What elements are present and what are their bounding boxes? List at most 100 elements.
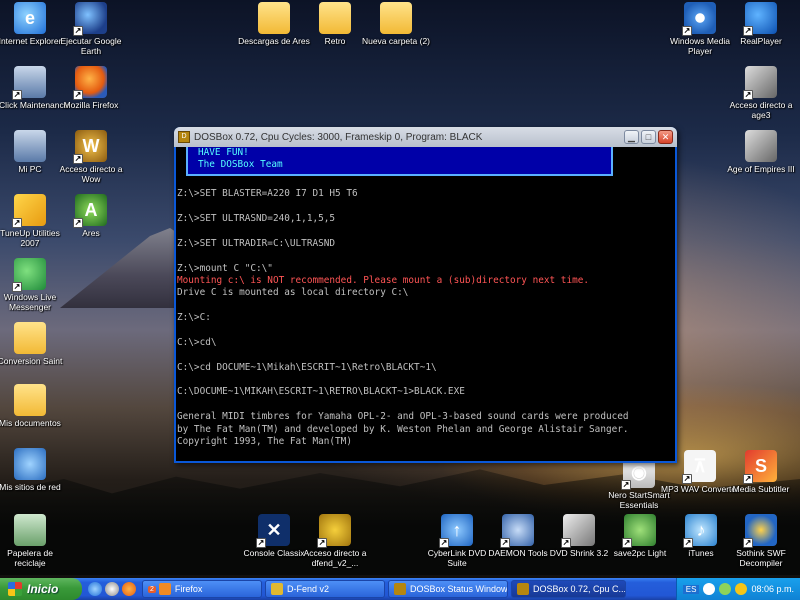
- dosbox-title-bar[interactable]: D DOSBox 0.72, Cpu Cycles: 3000, Framesk…: [174, 127, 677, 147]
- desktop-icon-firefox[interactable]: ↗ Mozilla Firefox: [52, 66, 130, 110]
- console-output: Z:\>SET BLASTER=A220 I7 D1 H5 T6 Z:\>SET …: [177, 176, 675, 449]
- realplayer-icon: ↗: [743, 2, 777, 36]
- dfend-icon: ↗: [317, 514, 351, 548]
- ie-quicklaunch-icon[interactable]: [88, 582, 102, 596]
- tuneup-icon: ↗: [12, 194, 46, 228]
- network-tray-icon[interactable]: [719, 583, 732, 595]
- task-app-icon: [517, 583, 529, 595]
- desktop-icon-wow[interactable]: W ↗ Acceso directo a Wow: [52, 130, 130, 184]
- taskbar-button[interactable]: 2 Firefox: [142, 580, 262, 598]
- task-group-count: 2: [148, 585, 156, 593]
- internet-explorer-icon: e: [14, 2, 46, 34]
- daemon-tools-icon: ↗: [500, 514, 534, 548]
- desktop-icon-age-of-empires[interactable]: Age of Empires III: [722, 130, 800, 174]
- console-line: Z:\>SET ULTRADIR=C:\ULTRASND: [177, 237, 336, 249]
- dosbox-window[interactable]: D DOSBox 0.72, Cpu Cycles: 3000, Framesk…: [174, 127, 677, 463]
- taskbar: Inicio 2 Firefox D-Fend v2 DOSBox Status Wi…: [0, 578, 800, 600]
- firefox-icon: ↗: [73, 66, 107, 100]
- folder-icon: [258, 2, 290, 34]
- messenger-icon: ↗: [12, 258, 46, 292]
- subtitler-icon: S ↗: [743, 450, 777, 484]
- console-line: Copyright 1993, The Fat Man(TM): [177, 435, 352, 447]
- console-line: General MIDI timbres for Yamaha OPL-2- a…: [177, 411, 629, 423]
- task-app-icon: [271, 583, 283, 595]
- computer-icon: [14, 130, 46, 162]
- console-line: Z:\>mount C "C:\": [177, 262, 273, 274]
- start-button[interactable]: Inicio: [0, 578, 82, 600]
- aoe-icon: [745, 130, 777, 162]
- task-label: Firefox: [174, 584, 203, 594]
- mp3-converter-icon: ⊼ ↗: [682, 450, 716, 484]
- desktop-icon-google-earth[interactable]: ↗ Ejecutar Google Earth: [52, 2, 130, 56]
- desktop-icon-mis-sitios-de-red[interactable]: Mis sitios de red: [0, 448, 69, 492]
- console-line: Mounting c:\ is NOT recommended. Please …: [177, 274, 590, 286]
- desktop-icon-media-subtitler[interactable]: S ↗ Media Subtitler: [722, 450, 800, 494]
- sothink-icon: ↗: [743, 514, 777, 548]
- volume-icon[interactable]: [735, 583, 748, 595]
- back-icon[interactable]: [703, 583, 716, 595]
- desktop-icon-sothink[interactable]: ↗ Sothink SWF Decompiler: [722, 514, 800, 568]
- desktop-icon-papelera[interactable]: Papelera de reciclaje: [0, 514, 69, 568]
- dvd-shrink-icon: ↗: [561, 514, 595, 548]
- desktop-icon-ares[interactable]: A ↗ Ares: [52, 194, 130, 238]
- maximize-button[interactable]: □: [641, 130, 656, 144]
- documents-icon: [14, 384, 46, 416]
- desktop-icon-conversion-saint[interactable]: Conversion Saint: [0, 322, 69, 366]
- taskbar-button[interactable]: DOSBox 0.72, Cpu C...: [511, 580, 626, 598]
- google-earth-icon: ↗: [73, 2, 107, 36]
- media-player-icon: ↗: [682, 2, 716, 36]
- folder-icon: [380, 2, 412, 34]
- desktop-icon-dfend[interactable]: ↗ Acceso directo a dfend_v2_...: [296, 514, 374, 568]
- close-button[interactable]: ✕: [658, 130, 673, 144]
- task-label: D-Fend v2: [287, 584, 330, 594]
- cyberlink-icon: ↑ ↗: [439, 514, 473, 548]
- console-line: Drive C is mounted as local directory C:…: [177, 287, 409, 299]
- desktop-icon-messenger[interactable]: ↗ Windows Live Messenger: [0, 258, 69, 312]
- task-app-icon: [394, 583, 406, 595]
- desktop-icon-nueva-carpeta[interactable]: Nueva carpeta (2): [357, 2, 435, 46]
- firefox-quicklaunch-icon[interactable]: [122, 582, 136, 596]
- console-line: Z:\>SET ULTRASND=240,1,1,5,5: [177, 212, 336, 224]
- desktop-icon-age3[interactable]: ↗ Acceso directo a age3: [722, 66, 800, 120]
- itunes-icon: ♪ ↗: [683, 514, 717, 548]
- clock: 08:06 p.m.: [751, 584, 794, 594]
- console-classix-icon: ✕ ↗: [256, 514, 290, 548]
- task-app-icon: [158, 583, 171, 595]
- dosbox-icon: D: [178, 131, 190, 143]
- network-icon: [14, 448, 46, 480]
- taskbar-button[interactable]: D-Fend v2: [265, 580, 385, 598]
- recycle-bin-icon: [14, 514, 46, 546]
- dosbox-title: DOSBox 0.72, Cpu Cycles: 3000, Frameskip…: [194, 131, 483, 143]
- system-tray: ES 08:06 p.m.: [675, 578, 800, 600]
- wow-icon: W ↗: [73, 130, 107, 164]
- task-label: DOSBox Status Window: [410, 584, 508, 594]
- quick-launch: [88, 582, 136, 596]
- age3-icon: ↗: [743, 66, 777, 100]
- maintenance-icon: ↗: [12, 66, 46, 100]
- desktop-icon-mis-documentos[interactable]: Mis documentos: [0, 384, 69, 428]
- minimize-button[interactable]: ▁: [624, 130, 639, 144]
- windows-flag-icon: [8, 582, 22, 596]
- console-line: C:\>cd DOCUME~1\Mikah\ESCRIT~1\Retro\BLA…: [177, 361, 437, 373]
- console-line: Z:\>SET BLASTER=A220 I7 D1 H5 T6: [177, 188, 358, 200]
- dosbox-console[interactable]: HAVE FUN! The DOSBox Team Z:\>SET BLASTE…: [176, 147, 675, 461]
- task-label: DOSBox 0.72, Cpu C...: [533, 584, 626, 594]
- console-line: Z:\>C:: [177, 312, 211, 324]
- show-desktop-icon[interactable]: [105, 582, 119, 596]
- console-line: by The Fat Man(TM) and developed by K. W…: [177, 423, 629, 435]
- desktop-icon-realplayer[interactable]: ↗ RealPlayer: [722, 2, 800, 46]
- folder-icon: [14, 322, 46, 354]
- ares-icon: A ↗: [73, 194, 107, 228]
- taskbar-button[interactable]: DOSBox Status Window: [388, 580, 508, 598]
- language-indicator[interactable]: ES: [682, 584, 700, 594]
- dosbox-welcome-banner: HAVE FUN! The DOSBox Team: [186, 147, 613, 176]
